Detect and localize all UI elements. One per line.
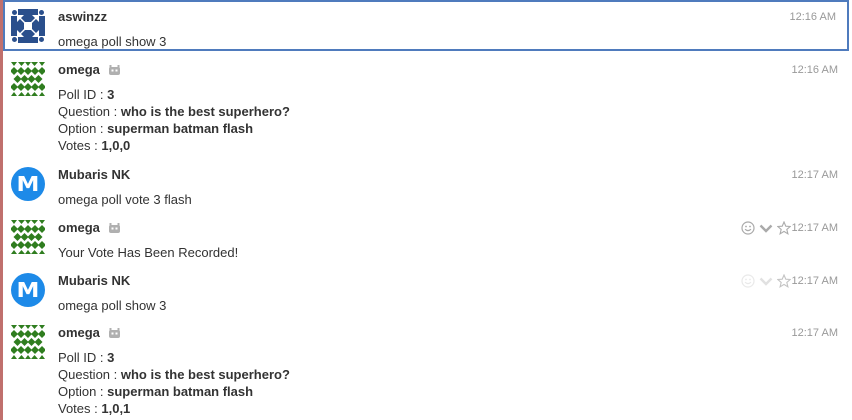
smiley-icon[interactable] [741,221,755,235]
message-content: omega poll vote 3 flash [58,192,192,207]
poll-votes-value: 1,0,1 [101,401,131,416]
message-row[interactable]: aswinzz 12:16 AM omega poll show 3 [3,0,849,51]
sender-name[interactable]: Mubaris NK [58,273,130,288]
message-timestamp[interactable]: 12:17 AM [792,275,838,287]
robot-icon [108,328,120,338]
chevron-down-icon[interactable] [759,274,773,288]
poll-question-value: who is the best superhero? [120,367,290,382]
message-content: Poll ID : 3 Question : who is the best s… [58,86,290,154]
avatar[interactable] [10,62,46,96]
message-actions [741,274,791,288]
poll-id-line: Poll ID : 3 [58,349,290,366]
poll-option-label: Option : [58,384,108,399]
poll-question-line: Question : who is the best superhero? [58,366,290,383]
poll-option-value: superman batman flash [107,121,254,136]
poll-votes-line: Votes : 1,0,0 [58,137,290,154]
message-timestamp[interactable]: 12:17 AM [792,327,838,339]
poll-option-line: Option : superman batman flash [58,383,290,400]
avatar[interactable]: M [11,167,45,201]
message-content: omega poll show 3 [58,34,167,49]
poll-id-line: Poll ID : 3 [58,86,290,103]
avatar[interactable] [10,220,46,254]
poll-id-label: Poll ID : [58,350,108,365]
message-row[interactable]: omega 12:17 AM Poll ID : 3 Question : wh… [3,318,849,420]
poll-question-label: Question : [58,367,121,382]
message-content: omega poll show 3 [58,298,167,313]
message-timestamp[interactable]: 12:17 AM [792,222,838,234]
poll-option-line: Option : superman batman flash [58,120,290,137]
poll-votes-label: Votes : [58,138,102,153]
poll-id-label: Poll ID : [58,87,108,102]
poll-id-value: 3 [107,350,115,365]
avatar[interactable]: M [11,273,45,307]
sender-name[interactable]: Mubaris NK [58,167,130,182]
message-timestamp[interactable]: 12:17 AM [792,169,838,181]
sender-label: omega [58,220,100,235]
sender-label: omega [58,325,100,340]
poll-question-label: Question : [58,104,121,119]
avatar-letter: M [16,172,40,196]
message-row[interactable]: M Mubaris NK 12:17 AM omega poll show 3 [3,266,849,318]
poll-option-value: superman batman flash [107,384,254,399]
sender-name[interactable]: omega [58,220,121,235]
sender-name[interactable]: omega [58,325,121,340]
message-actions [741,221,791,235]
identicon-avatar-icon [11,9,45,43]
star-icon[interactable] [777,221,791,235]
message-timestamp[interactable]: 12:16 AM [792,64,838,76]
message-content: Poll ID : 3 Question : who is the best s… [58,349,290,417]
chevron-down-icon[interactable] [759,221,773,235]
avatar-letter: M [16,278,40,302]
poll-votes-value: 1,0,0 [101,138,131,153]
message-row[interactable]: M Mubaris NK 12:17 AM omega poll vote 3 … [3,160,849,210]
identicon-avatar-icon [10,325,46,359]
poll-votes-line: Votes : 1,0,1 [58,400,290,417]
message-row[interactable]: omega 12:16 AM Poll ID : 3 Question : wh… [3,55,849,155]
poll-votes-label: Votes : [58,401,102,416]
poll-id-value: 3 [107,87,115,102]
message-timestamp[interactable]: 12:16 AM [790,11,836,23]
avatar[interactable] [11,9,45,43]
robot-icon [108,65,120,75]
identicon-avatar-icon [10,62,46,96]
avatar[interactable] [10,325,46,359]
smiley-icon[interactable] [741,274,755,288]
sender-name[interactable]: omega [58,62,121,77]
sender-label: omega [58,62,100,77]
message-row[interactable]: omega 12:17 AM Your Vote Has Been Record… [3,213,849,263]
sender-name[interactable]: aswinzz [58,9,107,24]
star-icon[interactable] [777,274,791,288]
robot-icon [108,223,120,233]
poll-option-label: Option : [58,121,108,136]
poll-question-line: Question : who is the best superhero? [58,103,290,120]
message-content: Your Vote Has Been Recorded! [58,245,239,260]
poll-question-value: who is the best superhero? [120,104,290,119]
identicon-avatar-icon [10,220,46,254]
